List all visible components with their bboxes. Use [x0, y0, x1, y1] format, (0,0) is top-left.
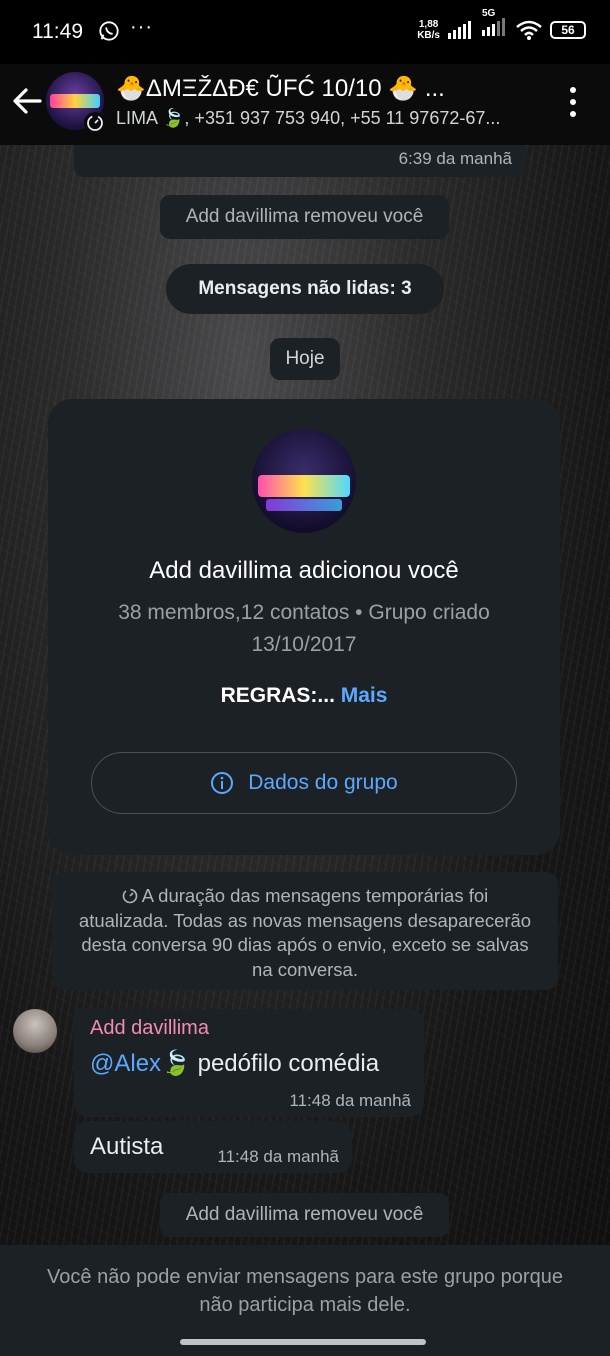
sender-avatar[interactable] — [13, 1009, 57, 1053]
more-notifications-icon: ··· — [130, 16, 153, 38]
signal-5g-indicator: 5G — [482, 8, 508, 41]
status-indicators: 1,88 KB/s 5G 56 — [417, 8, 586, 41]
signal-icon — [448, 20, 471, 39]
group-avatar[interactable] — [46, 72, 106, 134]
unread-messages-divider: Mensagens não lidas: 3 — [166, 264, 444, 314]
group-card-logo-accent — [266, 499, 342, 511]
group-rules: REGRAS:... Mais — [48, 684, 560, 708]
whatsapp-icon — [99, 21, 119, 41]
network-speed: 1,88 KB/s — [417, 18, 440, 41]
message-time: 11:48 da manhã — [217, 1147, 339, 1166]
system-notice-removed: Add davillima removeu você — [160, 195, 449, 239]
group-info-label: Dados do grupo — [248, 771, 398, 794]
not-participant-banner: Você não pode enviar mensagens para este… — [0, 1245, 610, 1356]
wifi-icon — [516, 20, 542, 40]
disappearing-messages-notice: A duração das mensagens temporárias foi … — [52, 872, 558, 990]
not-participant-text: Você não pode enviar mensagens para este… — [47, 1266, 563, 1316]
signal-5g-icon — [482, 18, 505, 36]
message-text: Autista — [90, 1133, 164, 1160]
back-arrow-icon[interactable] — [10, 84, 44, 118]
message-bubble[interactable]: Add davillima @Alex🍃 pedófilo comédia 11… — [74, 1009, 424, 1117]
more-link[interactable]: Mais — [341, 684, 388, 707]
group-added-card: Add davillima adicionou você 38 membros,… — [48, 399, 560, 855]
date-chip: Hoje — [270, 338, 340, 380]
message-body: pedófilo comédia — [190, 1050, 380, 1077]
message-sender[interactable]: Add davillima — [90, 1017, 209, 1040]
message-time: 11:48 da manhã — [289, 1091, 411, 1110]
status-time: 11:49 — [32, 20, 83, 43]
system-notice-removed: Add davillima removeu você — [160, 1193, 449, 1237]
group-info-button[interactable]: Dados do grupo — [91, 752, 517, 814]
group-participants[interactable]: LIMA 🍃, +351 937 753 940, +55 11 97672-6… — [116, 108, 541, 129]
message-bubble[interactable]: Autista 11:48 da manhã — [74, 1121, 352, 1173]
group-card-logo — [258, 475, 350, 497]
info-icon — [211, 772, 234, 794]
chat-header[interactable]: 🐣ΔΜΞŽΔĐ€ ŨFĆ 10/10 🐣 ... LIMA 🍃, +351 93… — [0, 64, 610, 145]
user-mention[interactable]: @Alex🍃 — [90, 1050, 191, 1077]
previous-message-bubble: 6:39 da manhã — [74, 145, 526, 177]
timer-icon — [122, 888, 138, 904]
group-rules-text: REGRAS:... — [220, 684, 335, 707]
group-logo — [50, 94, 100, 108]
group-card-avatar — [252, 429, 356, 533]
group-title[interactable]: 🐣ΔΜΞŽΔĐ€ ŨFĆ 10/10 🐣 ... — [116, 74, 536, 103]
disappearing-notice-text: A duração das mensagens temporárias foi … — [78, 885, 532, 980]
message-text: @Alex🍃 pedófilo comédia — [90, 1049, 379, 1078]
added-notice-title: Add davillima adicionou você — [149, 557, 459, 584]
disappearing-timer-icon — [84, 112, 106, 134]
battery-indicator: 56 — [550, 20, 586, 39]
message-time: 6:39 da manhã — [398, 149, 512, 168]
group-meta: 38 membros,12 contatos • Grupo criado 13… — [118, 601, 490, 656]
gesture-home-bar[interactable] — [180, 1339, 426, 1345]
status-bar: 11:49 ··· 1,88 KB/s 5G 56 — [0, 0, 610, 64]
more-options-icon[interactable] — [560, 84, 586, 120]
